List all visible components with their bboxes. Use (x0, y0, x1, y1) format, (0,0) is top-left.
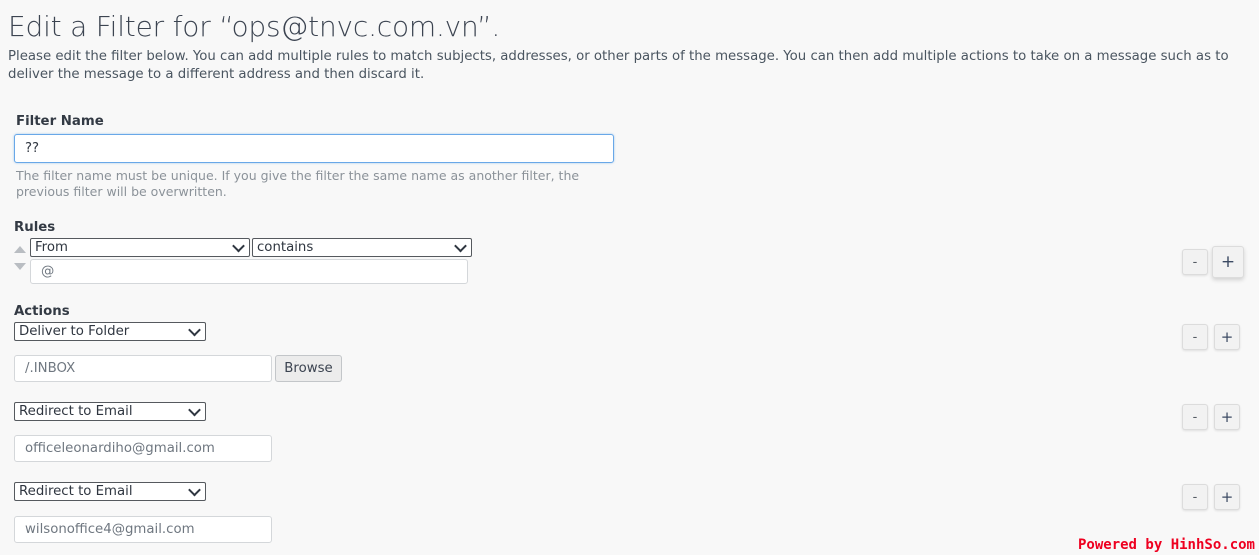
action-remove-button-1[interactable]: - (1182, 324, 1208, 350)
filter-edit-page: Edit a Filter for “ops@tnvc.com.vn”. Ple… (0, 0, 1259, 555)
page-title: Edit a Filter for “ops@tnvc.com.vn”. (8, 10, 501, 43)
page-description: Please edit the filter below. You can ad… (8, 49, 1229, 82)
action-type-select-1[interactable]: Deliver to FolderDiscard MessageFail Wit… (14, 322, 206, 341)
action-type-select-wrap-3[interactable]: Deliver to FolderDiscard MessageFail Wit… (14, 482, 206, 501)
rule-operator-select[interactable]: containsdoes not containisis notmatches … (252, 238, 472, 257)
action-email-input-2[interactable] (14, 435, 272, 462)
triangle-up-icon[interactable] (14, 246, 26, 253)
action-type-select-3[interactable]: Deliver to FolderDiscard MessageFail Wit… (14, 482, 206, 501)
browse-folder-button[interactable]: Browse (275, 355, 342, 382)
filter-name-input[interactable] (14, 134, 614, 163)
rule-field-select-wrap[interactable]: FromSubjectToReply AddressBodyAny Header… (30, 238, 250, 257)
watermark: Powered by HinhSo.com (1077, 537, 1255, 553)
action-add-remove-group-1[interactable]: - + (1182, 324, 1240, 350)
actions-label: Actions (14, 304, 70, 319)
rules-add-remove-group[interactable]: - + (1182, 246, 1244, 278)
action-add-button-1[interactable]: + (1214, 324, 1240, 350)
rule-add-button[interactable]: + (1212, 246, 1244, 278)
action-folder-input[interactable] (14, 355, 272, 382)
action-add-button-2[interactable]: + (1214, 404, 1240, 430)
action-remove-button-2[interactable]: - (1182, 404, 1208, 430)
rule-field-select[interactable]: FromSubjectToReply AddressBodyAny Header… (30, 238, 250, 257)
action-email-input-3[interactable] (14, 516, 272, 543)
rule-operator-select-wrap[interactable]: containsdoes not containisis notmatches … (252, 238, 472, 257)
action-type-select-2[interactable]: Deliver to FolderDiscard MessageFail Wit… (14, 402, 206, 421)
triangle-down-icon[interactable] (14, 263, 26, 270)
action-add-remove-group-3[interactable]: - + (1182, 484, 1240, 510)
filter-name-help: The filter name must be unique. If you g… (16, 168, 580, 199)
rules-label: Rules (14, 220, 56, 235)
action-type-select-wrap-1[interactable]: Deliver to FolderDiscard MessageFail Wit… (14, 322, 206, 341)
action-add-button-3[interactable]: + (1214, 484, 1240, 510)
action-add-remove-group-2[interactable]: - + (1182, 404, 1240, 430)
rule-remove-button[interactable]: - (1182, 249, 1208, 275)
filter-name-label: Filter Name (16, 114, 104, 129)
rule-sort-controls[interactable] (12, 246, 28, 270)
action-remove-button-3[interactable]: - (1182, 484, 1208, 510)
rule-value-input[interactable] (30, 259, 468, 284)
action-type-select-wrap-2[interactable]: Deliver to FolderDiscard MessageFail Wit… (14, 402, 206, 421)
